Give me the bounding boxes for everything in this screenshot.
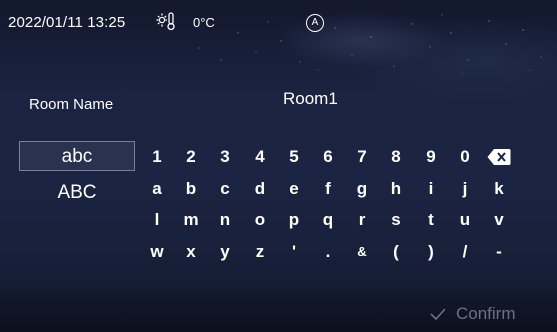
key-row1-6[interactable]: 6 — [311, 142, 345, 172]
key-row4-6[interactable]: . — [311, 237, 345, 267]
key-row1-3[interactable]: 3 — [208, 142, 242, 172]
key-row3-2[interactable]: m — [174, 205, 208, 235]
key-row3-6[interactable]: q — [311, 205, 345, 235]
key-row1-2[interactable]: 2 — [174, 142, 208, 172]
key-row1-4[interactable]: 4 — [243, 142, 277, 172]
key-row1-10[interactable]: 0 — [448, 142, 482, 172]
checkmark-icon — [430, 308, 446, 320]
lowercase-mode-button[interactable]: abc — [19, 141, 135, 171]
key-row2-4[interactable]: d — [243, 174, 277, 204]
key-row2-7[interactable]: g — [345, 174, 379, 204]
room-name-label: Room Name — [29, 96, 114, 113]
key-row2-3[interactable]: c — [208, 174, 242, 204]
keyboard-screen: 2022/01/11 13:25 0°C A Room Name Room1 a… — [0, 0, 557, 332]
key-row2-5[interactable]: e — [277, 174, 311, 204]
key-row1-8[interactable]: 8 — [379, 142, 413, 172]
key-row1-7[interactable]: 7 — [345, 142, 379, 172]
auto-mode-icon: A — [306, 14, 324, 32]
confirm-label: Confirm — [456, 304, 516, 323]
key-row2-9[interactable]: i — [414, 174, 448, 204]
key-row4-1[interactable]: w — [140, 237, 174, 267]
key-row2-6[interactable]: f — [311, 174, 345, 204]
thermometer-sun-icon — [156, 12, 175, 31]
key-row4-11[interactable]: - — [482, 237, 516, 267]
key-row4-8[interactable]: ( — [379, 237, 413, 267]
key-row1-1[interactable]: 1 — [140, 142, 174, 172]
key-row3-10[interactable]: u — [448, 205, 482, 235]
room-name-input[interactable]: Room1 — [283, 89, 338, 109]
key-row3-7[interactable]: r — [345, 205, 379, 235]
key-row3-3[interactable]: n — [208, 205, 242, 235]
key-row4-9[interactable]: ) — [414, 237, 448, 267]
key-row2-10[interactable]: j — [448, 174, 482, 204]
key-row4-10[interactable]: / — [448, 237, 482, 267]
key-row4-4[interactable]: z — [243, 237, 277, 267]
key-row3-5[interactable]: p — [277, 205, 311, 235]
key-row2-2[interactable]: b — [174, 174, 208, 204]
key-row3-8[interactable]: s — [379, 205, 413, 235]
key-row3-9[interactable]: t — [414, 205, 448, 235]
uppercase-mode-button[interactable]: ABC — [19, 178, 135, 208]
key-row4-2[interactable]: x — [174, 237, 208, 267]
key-row3-11[interactable]: v — [482, 205, 516, 235]
key-row4-7[interactable]: & — [345, 237, 379, 267]
key-row4-3[interactable]: y — [208, 237, 242, 267]
backspace-key[interactable] — [482, 142, 516, 172]
temperature-text: 0°C — [193, 15, 215, 30]
status-bar: 2022/01/11 13:25 0°C A — [0, 0, 557, 40]
key-row1-9[interactable]: 9 — [414, 142, 448, 172]
backspace-icon — [487, 149, 511, 165]
key-row2-1[interactable]: a — [140, 174, 174, 204]
key-row2-8[interactable]: h — [379, 174, 413, 204]
key-row3-4[interactable]: o — [243, 205, 277, 235]
key-row3-1[interactable]: l — [140, 205, 174, 235]
key-row4-5[interactable]: ' — [277, 237, 311, 267]
key-row2-11[interactable]: k — [482, 174, 516, 204]
confirm-button[interactable]: Confirm — [430, 302, 516, 326]
key-row1-5[interactable]: 5 — [277, 142, 311, 172]
datetime-text: 2022/01/11 13:25 — [8, 14, 126, 31]
